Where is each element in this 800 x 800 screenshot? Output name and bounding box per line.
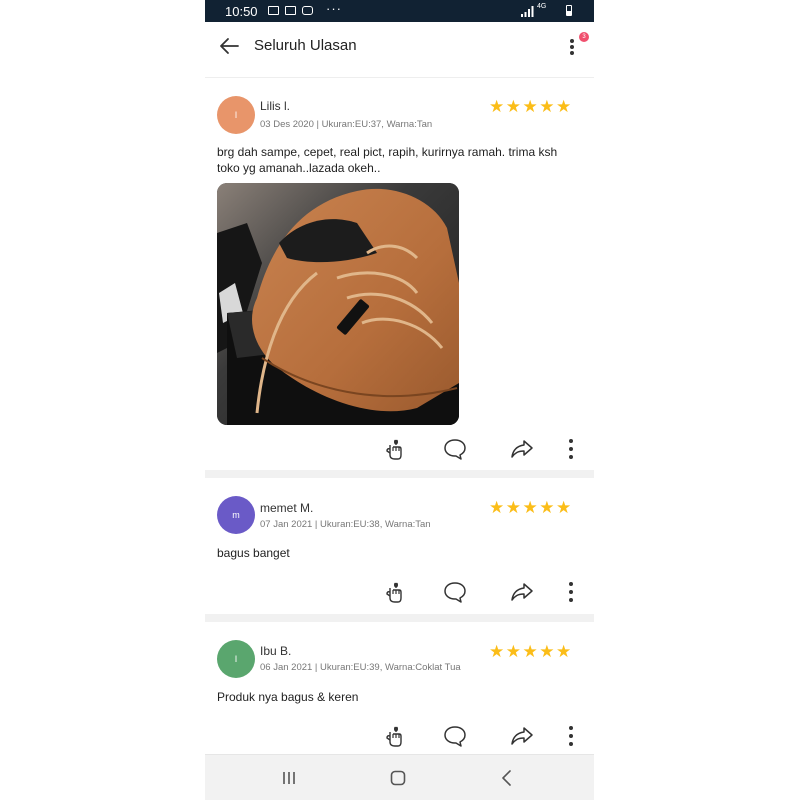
star-rating: ★★★★★	[489, 498, 573, 517]
review-more-button[interactable]	[558, 579, 584, 605]
share-icon	[511, 727, 533, 745]
comment-button[interactable]	[442, 723, 468, 749]
share-icon	[511, 440, 533, 458]
comment-button[interactable]	[442, 579, 468, 605]
signal-icon	[521, 6, 534, 17]
share-button[interactable]	[509, 436, 535, 462]
review-meta: 07 Jan 2021 | Ukuran:EU:38, Warna:Tan	[260, 519, 431, 530]
review-divider	[205, 614, 594, 622]
more-vertical-icon	[569, 726, 573, 746]
comment-icon	[444, 726, 466, 747]
comment-icon	[444, 439, 466, 460]
review-meta: 06 Jan 2021 | Ukuran:EU:39, Warna:Coklat…	[260, 662, 461, 673]
review-meta: 03 Des 2020 | Ukuran:EU:37, Warna:Tan	[260, 119, 433, 130]
battery-icon	[566, 5, 572, 16]
more-vertical-icon	[569, 439, 573, 459]
review-text: brg dah sampe, cepet, real pict, rapih, …	[217, 145, 558, 175]
like-button[interactable]	[381, 723, 407, 749]
like-icon	[386, 726, 402, 747]
star-rating: ★★★★★	[489, 97, 573, 116]
heart-notification-icon	[302, 6, 313, 15]
system-nav-bar	[205, 754, 594, 800]
page-title: Seluruh Ulasan	[254, 37, 357, 54]
more-vertical-icon	[569, 582, 573, 602]
back-button[interactable]	[215, 32, 243, 60]
phone-screen: 10:50 ··· 4G Seluruh Ulasan 3 l Lilis l.…	[205, 0, 594, 800]
reviewer-name: memet M.	[260, 501, 314, 515]
avatar: I	[217, 640, 255, 678]
like-button[interactable]	[381, 579, 407, 605]
avatar: l	[217, 96, 255, 134]
share-icon	[511, 583, 533, 601]
comment-icon	[444, 582, 466, 603]
notification-badge: 3	[579, 32, 589, 42]
network-type-label: 4G	[537, 3, 547, 10]
back-icon[interactable]	[496, 767, 518, 789]
more-notifications-icon: ···	[326, 1, 342, 16]
review-text: bagus banget	[217, 546, 290, 560]
status-bar: 10:50 ··· 4G	[205, 0, 594, 22]
review-divider	[205, 470, 594, 478]
reviewer-name: Lilis l.	[260, 99, 291, 113]
comment-button[interactable]	[442, 436, 468, 462]
gallery-notification-icon	[268, 6, 279, 15]
app-header: Seluruh Ulasan 3	[205, 22, 594, 78]
review-photo[interactable]	[217, 183, 459, 425]
share-button[interactable]	[509, 723, 535, 749]
home-icon[interactable]	[387, 767, 409, 789]
like-button[interactable]	[381, 436, 407, 462]
recent-apps-icon[interactable]	[278, 767, 300, 789]
photos-notification-icon	[285, 6, 296, 15]
review-more-button[interactable]	[558, 436, 584, 462]
reviewer-name: Ibu B.	[260, 644, 292, 658]
shoe-photo	[217, 183, 459, 425]
review-card: m memet M. 07 Jan 2021 | Ukuran:EU:38, W…	[205, 478, 594, 615]
status-time: 10:50	[225, 4, 258, 19]
review-card: I Ibu B. 06 Jan 2021 | Ukuran:EU:39, War…	[205, 622, 594, 754]
share-button[interactable]	[509, 579, 535, 605]
avatar: m	[217, 496, 255, 534]
like-icon	[386, 582, 402, 603]
review-more-button[interactable]	[558, 723, 584, 749]
like-icon	[386, 439, 402, 460]
star-rating: ★★★★★	[489, 642, 573, 661]
review-text: Produk nya bagus & keren	[217, 690, 359, 704]
